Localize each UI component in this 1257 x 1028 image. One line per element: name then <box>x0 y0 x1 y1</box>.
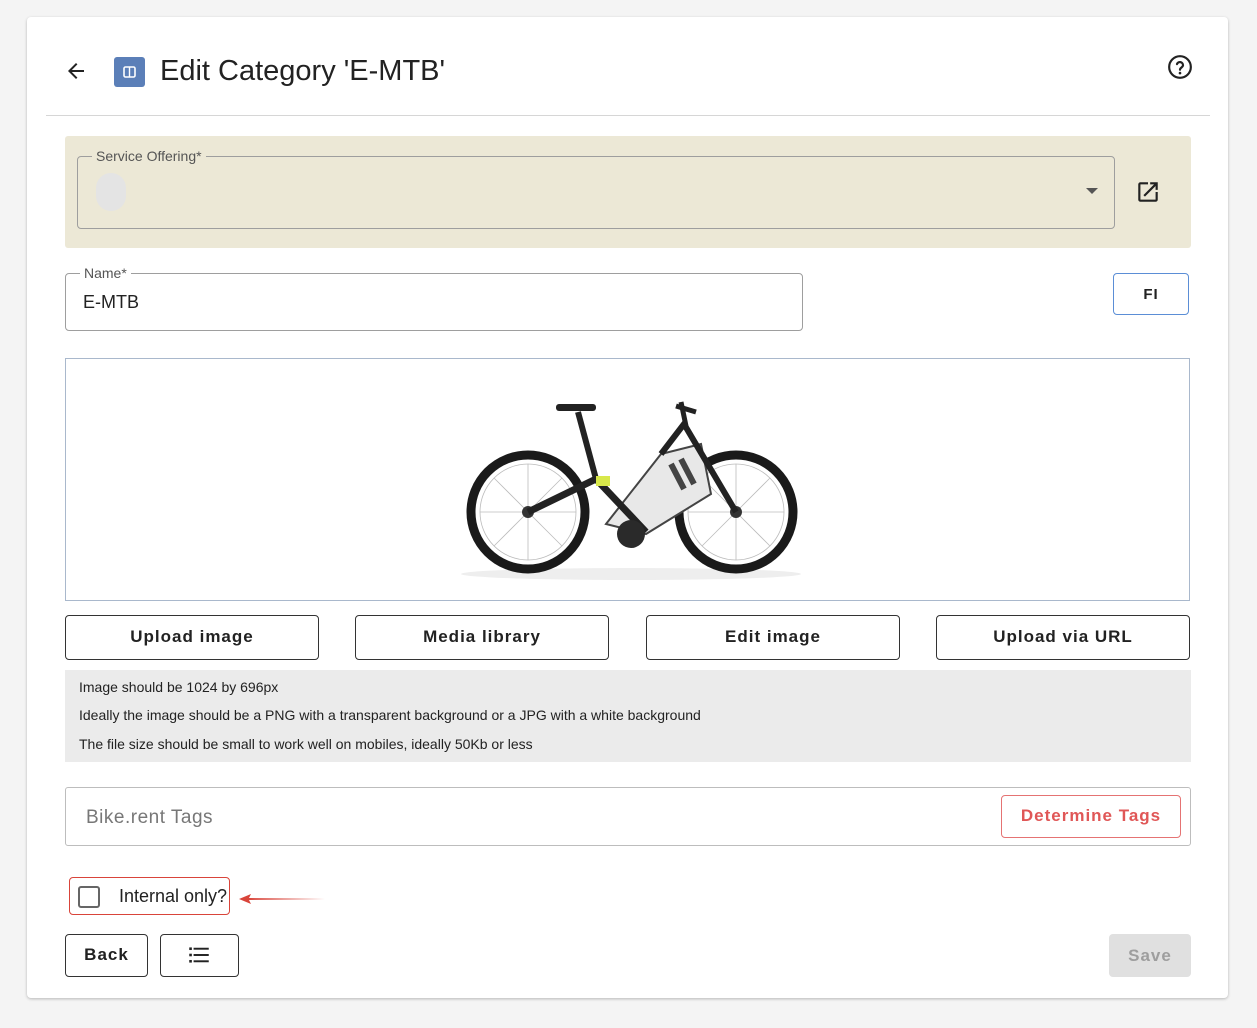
name-field[interactable]: Name* E-MTB <box>65 265 803 331</box>
edit-image-button[interactable]: Edit image <box>646 615 900 660</box>
name-label: Name* <box>80 265 131 281</box>
annotation-arrow-icon <box>239 894 325 904</box>
upload-image-button[interactable]: Upload image <box>65 615 319 660</box>
guideline-format: Ideally the image should be a PNG with a… <box>79 707 701 723</box>
category-icon <box>114 57 145 87</box>
fi-language-button[interactable]: FI <box>1113 273 1189 315</box>
upload-via-url-button[interactable]: Upload via URL <box>936 615 1190 660</box>
name-input-value[interactable]: E-MTB <box>83 292 139 313</box>
page-title: Edit Category 'E-MTB' <box>160 55 446 87</box>
open-in-new-icon[interactable] <box>1135 179 1161 205</box>
page-header: Edit Category 'E-MTB' <box>27 17 1228 117</box>
guideline-filesize: The file size should be small to work we… <box>79 736 533 752</box>
edit-category-card: Edit Category 'E-MTB' Service Offering* … <box>27 17 1228 998</box>
category-image-preview <box>65 358 1190 601</box>
e-mtb-bike-image <box>461 401 801 580</box>
list-icon <box>189 947 209 963</box>
service-offering-select[interactable]: Service Offering* <box>77 148 1115 229</box>
list-view-button[interactable] <box>160 934 239 977</box>
header-divider <box>46 115 1210 116</box>
internal-only-highlight: Internal only? <box>69 877 230 915</box>
service-offering-value-chip <box>96 173 126 211</box>
determine-tags-button[interactable]: Determine Tags <box>1001 795 1181 838</box>
image-guidelines: Image should be 1024 by 696px Ideally th… <box>65 670 1191 762</box>
media-library-button[interactable]: Media library <box>355 615 609 660</box>
arrow-left-icon[interactable] <box>63 59 89 83</box>
guideline-dimensions: Image should be 1024 by 696px <box>79 679 279 695</box>
internal-only-label[interactable]: Internal only? <box>119 886 227 907</box>
help-circle-icon[interactable] <box>1167 54 1193 80</box>
service-offering-panel: Service Offering* <box>65 136 1191 248</box>
service-offering-label: Service Offering* <box>92 148 206 164</box>
tags-input[interactable] <box>84 804 968 832</box>
internal-only-checkbox[interactable] <box>78 886 100 908</box>
chevron-down-icon[interactable] <box>1086 188 1098 194</box>
back-button[interactable]: Back <box>65 934 148 977</box>
save-button: Save <box>1109 934 1191 977</box>
tags-field: Determine Tags <box>65 787 1191 846</box>
